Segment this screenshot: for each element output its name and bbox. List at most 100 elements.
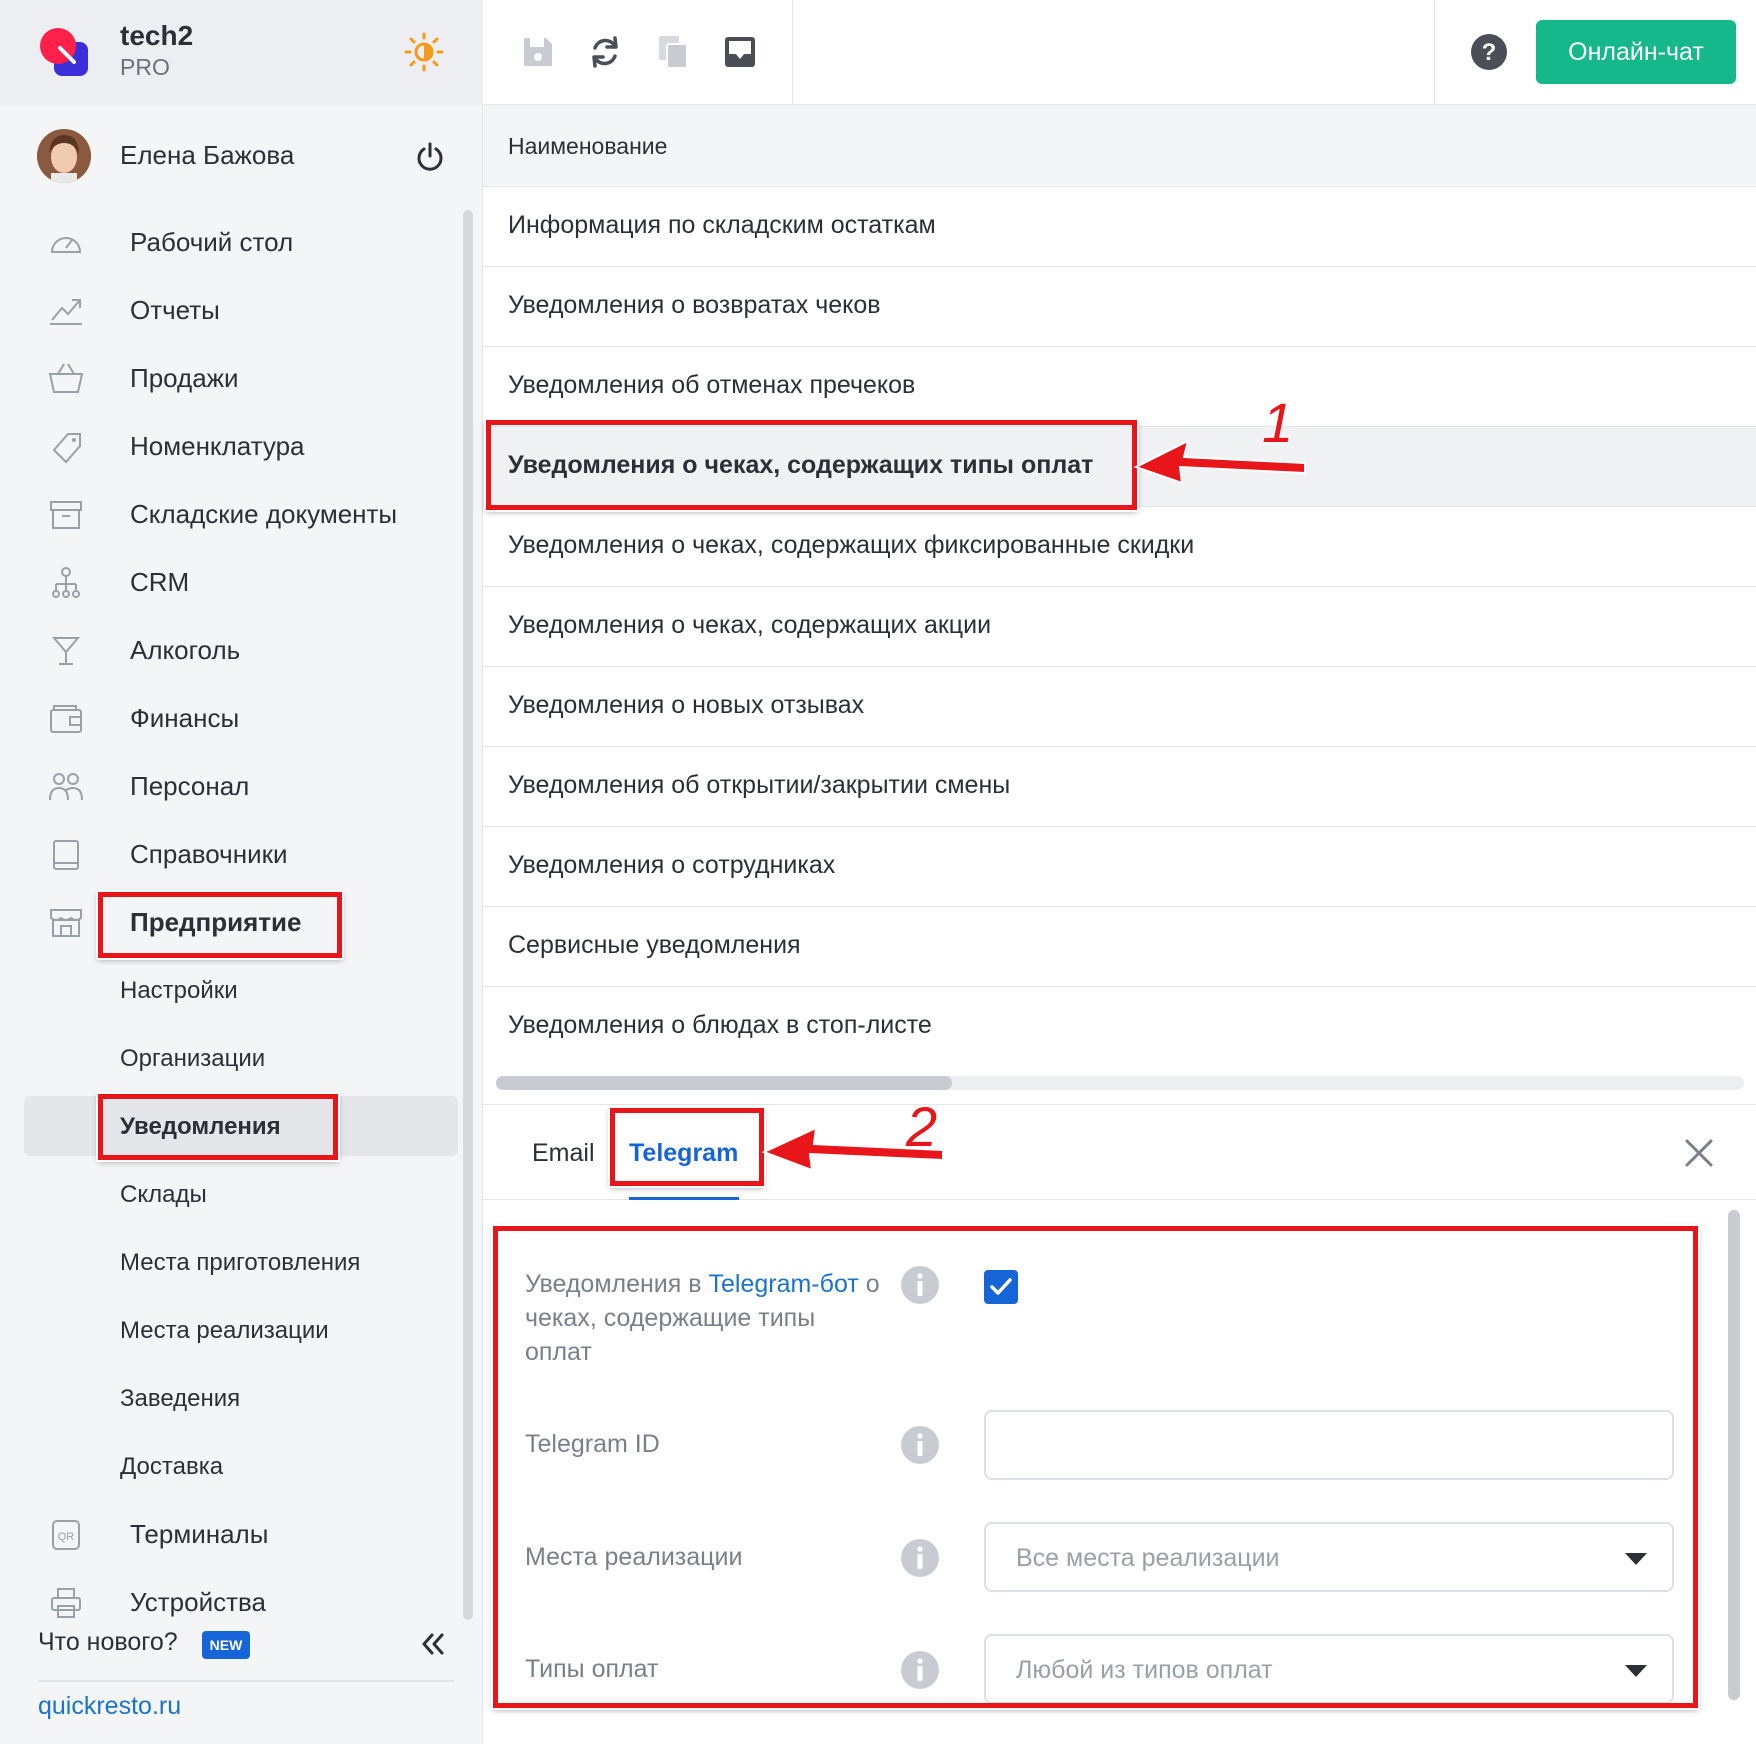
table-row[interactable]: Уведомления о возвратах чеков: [483, 267, 1756, 347]
form-scrollbar[interactable]: [1728, 1210, 1740, 1700]
sidebar-divider: [38, 1680, 454, 1682]
sidebar-item-enterprise[interactable]: Предприятие: [0, 892, 460, 952]
sidebar-item-label: Устройства: [130, 1587, 267, 1617]
sidebar-item-alcohol[interactable]: Алкоголь: [0, 620, 460, 680]
sidebar-item-reports[interactable]: Отчеты: [0, 280, 460, 340]
table-row[interactable]: Уведомления о новых отзывах: [483, 667, 1756, 747]
submenu-item-sale-places[interactable]: Места реализации: [0, 1300, 460, 1360]
horizontal-scrollbar-thumb[interactable]: [496, 1076, 952, 1090]
save-icon[interactable]: [518, 32, 558, 72]
submenu-item-label: Доставка: [120, 1453, 224, 1480]
table-row[interactable]: Уведомления о чеках, содержащих акции: [483, 587, 1756, 667]
submenu-item-delivery[interactable]: Доставка: [0, 1436, 460, 1496]
submenu-item-establishments[interactable]: Заведения: [0, 1368, 460, 1428]
sidebar-item-references[interactable]: Справочники: [0, 824, 460, 884]
copy-icon[interactable]: [653, 32, 693, 72]
submenu-item-cooking-places[interactable]: Места приготовления: [0, 1232, 460, 1292]
sidebar-item-crm[interactable]: CRM: [0, 552, 460, 612]
row-label: Уведомления о возвратах чеков: [508, 291, 881, 319]
submenu-item-warehouses[interactable]: Склады: [0, 1164, 460, 1224]
svg-text:?: ?: [1482, 39, 1497, 66]
sidebar-item-label: Рабочий стол: [130, 227, 294, 257]
qr-icon: QR: [52, 1520, 80, 1550]
sidebar-item-dashboard[interactable]: Рабочий стол: [0, 212, 460, 272]
sidebar-item-label: Алкоголь: [130, 635, 241, 665]
close-icon[interactable]: [1681, 1135, 1717, 1171]
annotation-number-1: 1: [1262, 391, 1294, 454]
table-row[interactable]: Уведомления об отменах пречеков: [483, 347, 1756, 427]
info-icon[interactable]: [900, 1265, 940, 1305]
sidebar-item-staff[interactable]: Персонал: [0, 756, 460, 816]
whats-new-link[interactable]: Что нового?: [38, 1628, 178, 1657]
sidebar-item-label: Продажи: [130, 363, 239, 393]
tab-telegram[interactable]: Telegram: [629, 1139, 738, 1168]
staff-icon: [49, 773, 83, 801]
sidebar-item-devices[interactable]: Устройства: [0, 1572, 460, 1632]
inbox-icon[interactable]: [720, 32, 760, 72]
toolbar-separator: [792, 0, 793, 105]
sidebar-scrollbar[interactable]: [463, 210, 473, 1620]
sidebar-item-nomenclature[interactable]: Номенклатура: [0, 416, 460, 476]
user-row: Елена Бажова: [0, 120, 483, 192]
submenu-item-label: Уведомления: [120, 1113, 281, 1140]
basket-icon: [48, 363, 84, 393]
sidebar-item-sales[interactable]: Продажи: [0, 348, 460, 408]
new-badge: NEW: [202, 1631, 250, 1659]
sidebar-item-label: Персонал: [130, 771, 250, 801]
sidebar-item-terminals[interactable]: QR Терминалы: [0, 1504, 460, 1564]
dashboard-icon: [50, 237, 82, 253]
table-row[interactable]: Уведомления об открытии/закрытии смены: [483, 747, 1756, 827]
submenu-item-settings[interactable]: Настройки: [0, 960, 460, 1020]
toolbar-separator: [1434, 0, 1435, 105]
annotation-number-2: 2: [906, 1095, 938, 1158]
telegram-id-input[interactable]: [984, 1410, 1674, 1480]
user-name: Елена Бажова: [120, 140, 295, 170]
submenu-item-notifications[interactable]: Уведомления: [24, 1096, 458, 1156]
submenu-item-label: Склады: [120, 1181, 207, 1208]
printer-icon: [51, 1588, 81, 1618]
tab-email[interactable]: Email: [532, 1139, 595, 1168]
avatar[interactable]: [37, 129, 91, 183]
column-header-name[interactable]: Наименование: [508, 133, 667, 160]
row-label: Уведомления об отменах пречеков: [508, 371, 916, 399]
row-label: Уведомления о новых отзывах: [508, 691, 865, 719]
row-label: Уведомления о чеках, содержащих акции: [508, 611, 992, 639]
submenu-item-organizations[interactable]: Организации: [0, 1028, 460, 1088]
table-row[interactable]: Уведомления о чеках, содержащих фиксиров…: [483, 507, 1756, 587]
brand-name: tech2: [120, 20, 194, 51]
crm-icon: [52, 567, 80, 598]
site-link[interactable]: quickresto.ru: [38, 1692, 181, 1721]
reports-icon: [50, 299, 82, 325]
sale-places-select[interactable]: Все места реализации: [984, 1522, 1674, 1592]
info-icon[interactable]: [900, 1650, 940, 1690]
sidebar-item-label: Терминалы: [130, 1519, 269, 1549]
help-icon[interactable]: ?: [1469, 32, 1509, 72]
table-row[interactable]: Уведомления о сотрудниках: [483, 827, 1756, 907]
theme-toggle-icon[interactable]: [404, 32, 444, 72]
collapse-sidebar-icon[interactable]: [418, 1630, 446, 1658]
logout-power-icon[interactable]: [414, 141, 446, 173]
wallet-icon: [50, 705, 82, 733]
payment-types-label: Типы оплат: [525, 1655, 659, 1683]
store-icon: [50, 909, 82, 937]
row-label: Уведомления о сотрудниках: [508, 851, 836, 879]
refresh-icon[interactable]: [585, 32, 625, 72]
table-row[interactable]: Сервисные уведомления: [483, 907, 1756, 987]
row-label: Уведомления об открытии/закрытии смены: [508, 771, 1011, 799]
online-chat-button[interactable]: Онлайн-чат: [1536, 20, 1736, 84]
active-tab-indicator: [629, 1197, 739, 1200]
brand-header: tech2 PRO: [0, 0, 483, 105]
info-icon[interactable]: [900, 1425, 940, 1465]
submenu-item-label: Места реализации: [120, 1317, 329, 1344]
notify-label-prefix: Уведомления в: [525, 1270, 709, 1298]
table-row[interactable]: Информация по складским остаткам: [483, 187, 1756, 267]
payment-types-select[interactable]: Любой из типов оплат: [984, 1634, 1674, 1704]
table-row[interactable]: Уведомления о блюдах в стоп-листе: [483, 987, 1756, 1067]
book-icon: [53, 840, 79, 870]
table-row-selected[interactable]: Уведомления о чеках, содержащих типы опл…: [483, 427, 1756, 507]
info-icon[interactable]: [900, 1538, 940, 1578]
telegram-bot-link[interactable]: Telegram-бот: [708, 1270, 858, 1298]
notify-telegram-checkbox[interactable]: [984, 1270, 1018, 1304]
sidebar-item-warehouse-docs[interactable]: Складские документы: [0, 484, 460, 544]
sidebar-item-finance[interactable]: Финансы: [0, 688, 460, 748]
